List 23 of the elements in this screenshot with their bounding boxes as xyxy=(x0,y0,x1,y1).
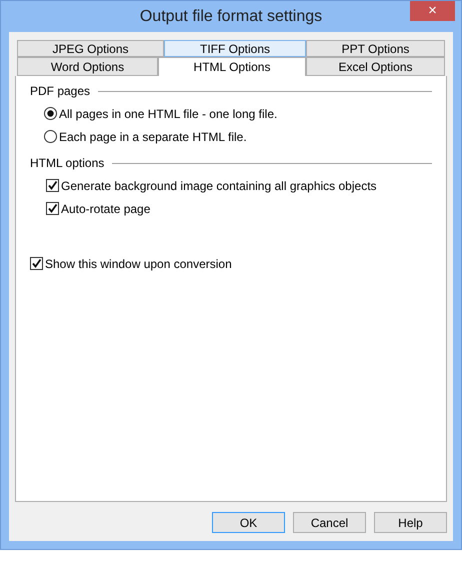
tab[interactable]: HTML Options xyxy=(158,57,306,76)
checkbox[interactable] xyxy=(46,179,59,192)
tab[interactable]: TIFF Options xyxy=(164,40,306,57)
option-label: Auto-rotate page xyxy=(61,202,150,216)
radio-button[interactable] xyxy=(44,107,57,120)
group-title: PDF pages xyxy=(30,84,90,98)
radio-button[interactable] xyxy=(44,130,57,143)
dialog-button[interactable]: OK xyxy=(212,512,285,533)
checkbox[interactable] xyxy=(30,257,43,270)
tab[interactable]: Excel Options xyxy=(306,57,445,76)
option-label: Generate background image containing all graphics objects xyxy=(61,178,377,192)
tab[interactable]: PPT Options xyxy=(306,40,445,57)
dialog-button[interactable]: Help xyxy=(374,512,447,533)
window-title: Output file format settings xyxy=(140,8,322,26)
close-button[interactable]: × xyxy=(410,1,455,21)
option-label: All pages in one HTML file - one long file. xyxy=(59,106,278,120)
tab[interactable]: Word Options xyxy=(17,57,158,76)
tab[interactable]: JPEG Options xyxy=(17,40,164,57)
group-title: HTML options xyxy=(30,156,104,170)
dialog-button[interactable]: Cancel xyxy=(293,512,366,533)
option-label: Show this window upon conversion xyxy=(45,256,232,270)
checkbox[interactable] xyxy=(46,202,59,215)
option-label: Each page in a separate HTML file. xyxy=(59,130,247,144)
